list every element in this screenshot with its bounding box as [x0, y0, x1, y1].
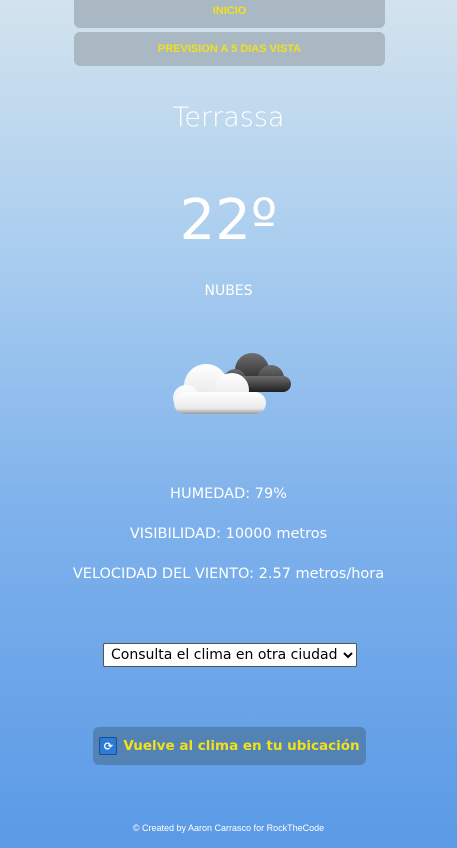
forecast-5-days-button[interactable]: PREVISION A 5 DIAS VISTA: [74, 32, 385, 66]
weather-description: NUBES: [204, 283, 253, 299]
wind-speed-text: VELOCIDAD DEL VIENTO: 2.57 metros/hora: [72, 566, 385, 582]
inicio-label: INICIO: [212, 5, 247, 17]
cloud-icon: [173, 353, 291, 414]
city-select[interactable]: Consulta el clima en otra ciudad:: [103, 643, 357, 667]
back-to-location-button[interactable]: ⟳ Vuelve al clima en tu ubicación: [93, 727, 366, 765]
forecast-label: PREVISION A 5 DIAS VISTA: [157, 43, 302, 55]
footer-credit: © Created by Aaron Carrasco for RockTheC…: [132, 823, 325, 833]
back-to-location-label: Vuelve al clima en tu ubicación: [123, 738, 360, 754]
temperature: 22º: [179, 188, 278, 253]
visibility-text: VISIBILIDAD: 10000 metros: [129, 526, 328, 542]
refresh-icon: ⟳: [99, 737, 118, 755]
city-name: Terrassa: [172, 102, 285, 133]
humidity-text: HUMEDAD: 79%: [170, 486, 287, 502]
inicio-button[interactable]: INICIO: [74, 0, 385, 28]
